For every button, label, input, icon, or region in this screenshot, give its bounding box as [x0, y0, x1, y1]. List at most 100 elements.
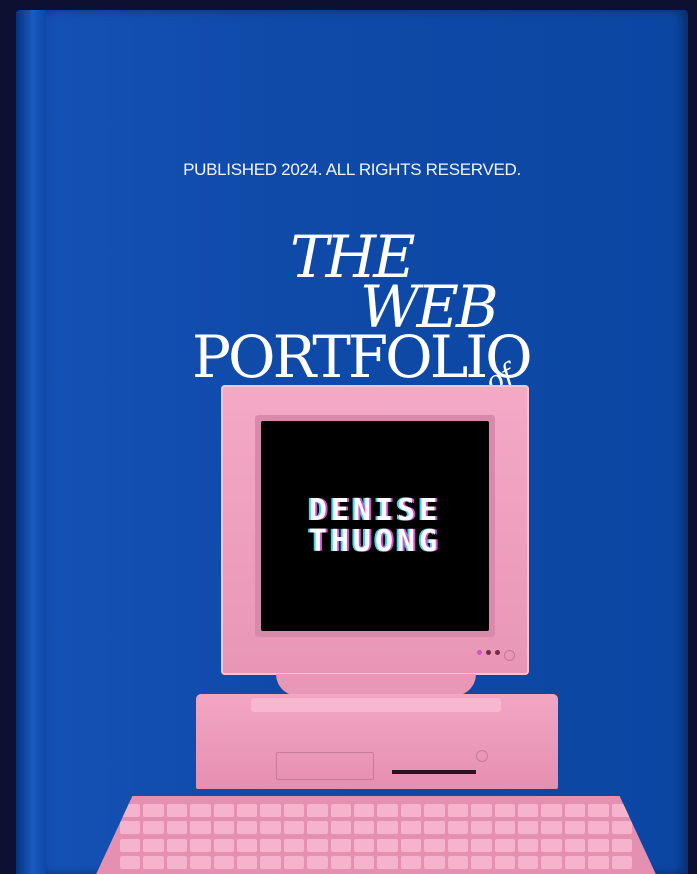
- keyboard-key: [143, 804, 164, 817]
- power-button: [476, 750, 488, 762]
- keyboard-key: [400, 838, 422, 852]
- keyboard-key: [283, 804, 305, 817]
- keyboard-key: [307, 821, 328, 835]
- keyboard-key: [237, 838, 258, 852]
- keyboard-key: [307, 838, 328, 852]
- led-indicator: [495, 650, 500, 655]
- keyboard-key: [447, 856, 469, 870]
- book-cover: PUBLISHED 2024. ALL RIGHTS RESERVED. THE…: [16, 10, 688, 874]
- keyboard-key: [517, 804, 539, 817]
- keyboard-key: [143, 821, 164, 835]
- computer-case: [196, 694, 558, 789]
- keyboard-key: [213, 804, 235, 817]
- keyboard-key: [120, 804, 141, 817]
- monitor-stand: [276, 674, 476, 696]
- keyboard-key: [354, 821, 375, 835]
- keyboard-key: [190, 821, 211, 835]
- keyboard-key: [143, 838, 164, 852]
- keyboard-key: [564, 804, 586, 817]
- keyboard-key: [260, 804, 281, 817]
- monitor-leds: [477, 650, 515, 661]
- keyboard-key: [166, 821, 188, 835]
- keyboard-key: [377, 821, 398, 835]
- keyboard: [86, 796, 666, 874]
- keyboard-key: [213, 838, 235, 852]
- keyboard-key: [283, 821, 305, 835]
- keyboard-key: [330, 821, 352, 835]
- keyboard-key: [330, 838, 352, 852]
- monitor-screen: DENISE THUONG: [261, 421, 489, 631]
- keyboard-key: [166, 804, 188, 817]
- keyboard-key: [471, 856, 492, 870]
- keyboard-key: [494, 804, 515, 817]
- keyboard-key: [354, 838, 375, 852]
- keyboard-key: [611, 804, 632, 817]
- keyboard-key: [354, 804, 375, 817]
- keyboard-key: [330, 856, 352, 870]
- keyboard-key: [471, 804, 492, 817]
- keyboard-key: [120, 838, 141, 852]
- keyboard-key: [400, 821, 422, 835]
- keyboard-key: [237, 856, 258, 870]
- keyboard-key: [447, 821, 469, 835]
- keyboard-key: [166, 838, 188, 852]
- keyboard-key: [260, 856, 281, 870]
- keyboard-key: [588, 804, 609, 817]
- title-portfolio: PORTFOLIO: [192, 323, 533, 391]
- keyboard-key: [424, 821, 445, 835]
- keyboard-key: [588, 821, 609, 835]
- keyboard-key: [307, 804, 328, 817]
- keyboard-key: [213, 821, 235, 835]
- keyboard-key: [237, 821, 258, 835]
- keyboard-key: [471, 821, 492, 835]
- case-top: [251, 698, 501, 712]
- keyboard-key: [494, 821, 515, 835]
- keyboard-key: [283, 856, 305, 870]
- crt-monitor: DENISE THUONG: [221, 385, 529, 675]
- keyboard-key: [541, 856, 562, 870]
- keyboard-key: [424, 838, 445, 852]
- keyboard-key: [611, 821, 632, 835]
- keyboard-key: [494, 856, 515, 870]
- keyboard-key: [471, 838, 492, 852]
- keyboard-key: [120, 856, 141, 870]
- keyboard-key: [307, 856, 328, 870]
- keyboard-key: [143, 856, 164, 870]
- keyboard-key: [424, 804, 445, 817]
- keyboard-key: [190, 838, 211, 852]
- keyboard-key: [283, 838, 305, 852]
- name-first: DENISE: [308, 492, 442, 528]
- keyboard-key: [447, 838, 469, 852]
- keyboard-key: [213, 856, 235, 870]
- copyright-line: PUBLISHED 2024. ALL RIGHTS RESERVED.: [183, 160, 521, 179]
- keyboard-key: [517, 856, 539, 870]
- book-spine: [16, 10, 46, 874]
- keyboard-key: [611, 838, 632, 852]
- keyboard-key: [494, 838, 515, 852]
- keyboard-key: [517, 821, 539, 835]
- keyboard-key: [611, 856, 632, 870]
- keyboard-key: [541, 838, 562, 852]
- keyboard-key: [190, 804, 211, 817]
- led-indicator: [477, 650, 482, 655]
- keyboard-key: [541, 804, 562, 817]
- keyboard-key: [377, 838, 398, 852]
- keyboard-key: [237, 804, 258, 817]
- disk-slot: [392, 770, 476, 774]
- keyboard-key: [588, 838, 609, 852]
- keyboard-key: [330, 804, 352, 817]
- keyboard-key: [190, 856, 211, 870]
- keyboard-key: [400, 804, 422, 817]
- keyboard-key: [564, 856, 586, 870]
- keyboard-key: [541, 821, 562, 835]
- keyboard-key: [354, 856, 375, 870]
- keyboard-key: [400, 856, 422, 870]
- keyboard-key: [166, 856, 188, 870]
- monitor-power-button: [504, 650, 515, 661]
- floppy-drive: [276, 752, 374, 780]
- keyboard-key: [588, 856, 609, 870]
- keyboard-key: [377, 856, 398, 870]
- keyboard-key: [377, 804, 398, 817]
- keyboard-key: [564, 821, 586, 835]
- keyboard-key: [564, 838, 586, 852]
